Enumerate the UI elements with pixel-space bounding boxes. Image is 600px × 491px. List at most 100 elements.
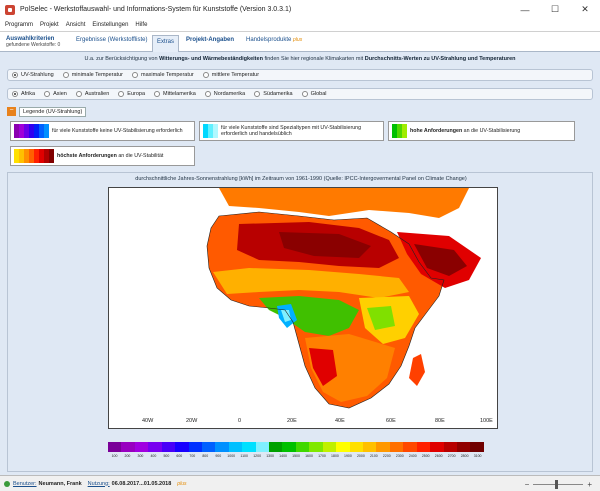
- colorbar-cell: [201, 442, 216, 452]
- radio-label: Nordamerika: [213, 91, 246, 97]
- radio-min-temperatur[interactable]: minimale Temperatur: [62, 72, 123, 78]
- colorbar-tick-label: 100: [111, 454, 118, 458]
- usage-label[interactable]: Nutzung:: [88, 481, 110, 487]
- colorbar-cell: [430, 442, 444, 452]
- colorbar-labels: 100 200 300 400 500 600 700 800 900 1000 1100 1200 1…: [108, 454, 484, 458]
- colorbar-cell: [242, 442, 256, 452]
- colorbar-cell: [134, 442, 149, 452]
- radio-asien[interactable]: Asien: [44, 91, 67, 97]
- colorbar-cell: [322, 442, 337, 452]
- swatch-cell: [213, 124, 218, 138]
- swatch-cell: [49, 149, 54, 163]
- colorbar-cell: [389, 442, 404, 452]
- x-tick-0: 0: [238, 418, 242, 424]
- radio-mittlere-temperatur[interactable]: mittlere Temperatur: [202, 72, 260, 78]
- colorbar-cell: [295, 442, 310, 452]
- radio-label: Afrika: [21, 91, 36, 97]
- radio-suedamerika[interactable]: Südamerika: [254, 91, 293, 97]
- radio-nordamerika[interactable]: Nordamerika: [204, 91, 246, 97]
- radio-label: UV-Strahlung: [21, 72, 54, 78]
- colorbar-tick-label: 1900: [344, 454, 352, 458]
- colorbar-tick-label: 2300: [395, 454, 404, 458]
- radio-label: mittlere Temperatur: [211, 72, 260, 78]
- zoom-in-button[interactable]: +: [587, 480, 592, 489]
- colorbar-cell: [443, 442, 457, 452]
- zoom-control: − +: [525, 480, 592, 489]
- colorbar-tick-label: 2200: [382, 454, 391, 458]
- colorbar-tick-label: 400: [150, 454, 157, 458]
- tab-ergebnisse-label: Ergebnisse (Werkstoffliste): [76, 37, 148, 43]
- plus-badge-status: plus: [177, 480, 187, 487]
- extras-content: U.a. zur Berücksichtigung von Witterungs…: [0, 52, 600, 475]
- radio-global[interactable]: Global: [301, 91, 327, 97]
- radio-label: Europa: [127, 91, 146, 97]
- colorbar-tick-label: 1400: [279, 454, 287, 458]
- menu-ansicht[interactable]: Ansicht: [66, 22, 86, 28]
- region-radio-group: Afrika Asien Australien Europa Mittelame…: [7, 88, 593, 100]
- map-west-edge: [109, 248, 149, 428]
- colorbar-tick-label: 1300: [266, 454, 274, 458]
- map-ocean-east: [449, 298, 497, 428]
- radio-label: maximale Temperatur: [140, 72, 194, 78]
- zoom-thumb[interactable]: [555, 480, 559, 489]
- info-bold-1: Witterungs- und Wärmebeständigkeiten: [159, 56, 263, 62]
- colorbar-tick-label: 1800: [331, 454, 339, 458]
- legend-text: für viele Kunststoffe keine UV-Stabilisi…: [52, 127, 183, 134]
- colorbar-tick-label: 900: [215, 454, 222, 458]
- tab-handelsprodukte-label: Handelsprodukte: [246, 37, 292, 43]
- colorbar-cell: [148, 442, 162, 452]
- info-text: U.a. zur Berücksichtigung von Witterungs…: [0, 56, 600, 62]
- radio-dot: [12, 91, 18, 97]
- uv-radiation-map[interactable]: [108, 187, 498, 429]
- radio-uv-strahlung[interactable]: UV-Strahlung: [12, 72, 54, 78]
- close-button[interactable]: ✕: [570, 0, 600, 19]
- plus-badge: plus: [293, 37, 303, 43]
- measure-radio-group: UV-Strahlung minimale Temperatur maximal…: [7, 69, 593, 81]
- colorbar-cell: [416, 442, 431, 452]
- user-name: Neumann, Frank: [38, 480, 82, 487]
- colorbar-cell: [188, 442, 202, 452]
- status-icon: [4, 480, 10, 487]
- menu-einstellungen[interactable]: Einstellungen: [92, 22, 128, 28]
- zoom-out-button[interactable]: −: [525, 480, 530, 489]
- legend-header: − Legende (UV-Strahlung): [7, 106, 87, 117]
- legend-swatch: [14, 124, 49, 138]
- legend-swatch: [14, 149, 54, 163]
- menu-hilfe[interactable]: Hilfe: [135, 22, 147, 28]
- app-icon: [5, 4, 15, 15]
- colorbar-tick-label: 2000: [356, 454, 365, 458]
- radio-label: Australien: [84, 91, 110, 97]
- tab-extras[interactable]: Extras: [152, 35, 180, 53]
- radio-label: Südamerika: [263, 91, 293, 97]
- legend-text: hohe Anforderungen an die UV-Stabilisier…: [410, 128, 520, 135]
- colorbar-tick-label: 800: [202, 454, 209, 458]
- radio-label: Mittelamerika: [163, 91, 196, 97]
- radio-australien[interactable]: Australien: [75, 91, 110, 97]
- colorbar-tick-label: 600: [176, 454, 183, 458]
- radio-dot: [202, 72, 209, 78]
- colorbar-cell: [161, 442, 176, 452]
- legend-bold: hohe Anforderungen: [410, 127, 463, 134]
- zoom-slider[interactable]: [533, 480, 584, 489]
- colorbar-cell: [456, 442, 471, 452]
- radio-europa[interactable]: Europa: [118, 91, 145, 97]
- colorbar-tick-label: 1000: [227, 454, 236, 458]
- colorbar-tick-label: 2100: [369, 454, 378, 458]
- menu-programm[interactable]: Programm: [5, 22, 33, 28]
- legend-swatch: [203, 124, 218, 138]
- info-mid: finden Sie hier regionale Klimakarten mi…: [262, 56, 365, 62]
- collapse-legend-button[interactable]: −: [7, 107, 16, 116]
- legend-text: für viele Kunststoffe sind Spezialtypen …: [221, 124, 362, 138]
- colorbar-tick-label: 1200: [253, 454, 262, 458]
- minimize-button[interactable]: —: [510, 0, 540, 19]
- radio-max-temperatur[interactable]: maximale Temperatur: [131, 72, 194, 78]
- colorbar-cell: [336, 442, 350, 452]
- colorbar-tick-label: 1100: [240, 454, 248, 458]
- radio-afrika[interactable]: Afrika: [12, 91, 35, 97]
- main-tabs: Auswahlkriterien gefundene Werkstoffe: 0…: [0, 31, 600, 53]
- user-label[interactable]: Benutzer:: [13, 481, 37, 487]
- radio-mittelamerika[interactable]: Mittelamerika: [154, 91, 196, 97]
- maximize-button[interactable]: ☐: [540, 0, 570, 19]
- colorbar-cell: [363, 442, 377, 452]
- menu-projekt[interactable]: Projekt: [40, 22, 59, 28]
